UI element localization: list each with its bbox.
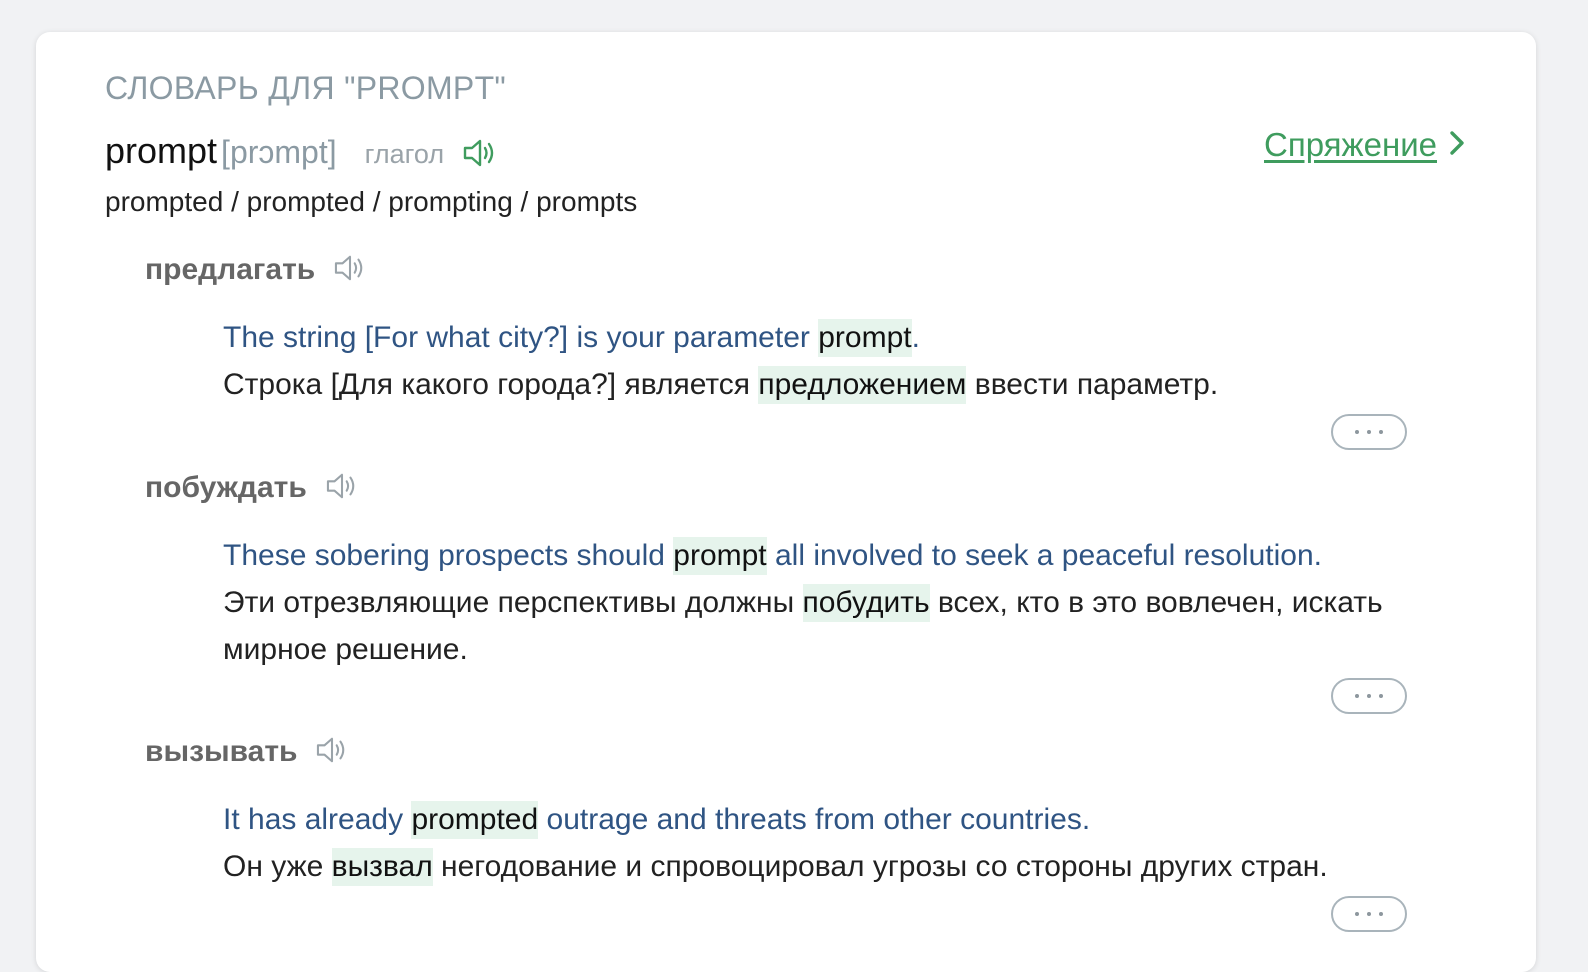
verb-forms: prompted / prompted / prompting / prompt… <box>105 186 638 217</box>
example-text: Строка [Для какого города?] является <box>223 368 759 401</box>
conjugation-link[interactable]: Спряжение <box>1264 126 1465 164</box>
example-russian: Он уже вызвал негодование и спровоцирова… <box>223 843 1403 890</box>
sense-block: предлагать The string [For what city?] i… <box>145 250 1445 408</box>
highlighted-word: prompt <box>818 319 912 357</box>
highlighted-word: вызвал <box>331 848 433 886</box>
headword: prompt <box>105 130 218 171</box>
example-english: It has already prompted outrage and thre… <box>223 796 1403 843</box>
example-russian: Эти отрезвляющие перспективы должны побу… <box>223 579 1403 673</box>
more-dots-icon <box>1355 912 1383 916</box>
highlighted-word: предложением <box>758 366 967 404</box>
more-examples-button[interactable] <box>1331 896 1407 932</box>
example-text: ввести параметр. <box>966 368 1219 401</box>
example-russian: Строка [Для какого города?] является пре… <box>223 361 1403 408</box>
sense-translation: побуждать <box>145 471 307 504</box>
example-text: . <box>911 321 920 354</box>
more-dots-icon <box>1355 430 1383 434</box>
example-text: The string [For what city?] is your para… <box>223 321 819 354</box>
example-english: These sobering prospects should prompt a… <box>223 532 1403 579</box>
example-english: The string [For what city?] is your para… <box>223 314 1403 361</box>
chevron-right-icon <box>1449 126 1465 164</box>
example-text: Эти отрезвляющие перспективы должны <box>223 586 803 619</box>
highlighted-word: побудить <box>802 584 930 622</box>
example-text: Он уже <box>223 850 332 883</box>
dictionary-card: СЛОВАРЬ ДЛЯ "PROMPT" prompt [prɔmpt] гла… <box>36 32 1536 972</box>
example-text: негодование и спровоцировал угрозы со ст… <box>432 850 1328 883</box>
sense-title: вызывать <box>145 732 1445 772</box>
transcription: [prɔmpt] <box>221 134 337 170</box>
more-examples-button[interactable] <box>1331 678 1407 714</box>
example: It has already prompted outrage and thre… <box>223 796 1403 890</box>
headword-row: prompt [prɔmpt] глагол <box>105 130 498 176</box>
speaker-icon[interactable] <box>325 471 359 506</box>
sense-translation: вызывать <box>145 735 298 768</box>
example: These sobering prospects should prompt a… <box>223 532 1403 673</box>
speaker-icon[interactable] <box>315 735 349 770</box>
example-text: all involved to seek a peaceful resoluti… <box>766 539 1322 572</box>
speaker-icon[interactable] <box>333 253 367 288</box>
speaker-icon[interactable] <box>462 137 498 174</box>
sense-block: вызывать It has already prompted outrage… <box>145 732 1445 890</box>
more-dots-icon <box>1355 694 1383 698</box>
sense-title: побуждать <box>145 468 1445 508</box>
part-of-speech: глагол <box>364 139 445 169</box>
conjugation-link-label: Спряжение <box>1264 126 1437 163</box>
sense-block: побуждать These sobering prospects shoul… <box>145 468 1445 673</box>
example-text: It has already <box>223 803 412 836</box>
example: The string [For what city?] is your para… <box>223 314 1403 408</box>
sense-translation: предлагать <box>145 253 316 286</box>
sense-title: предлагать <box>145 250 1445 290</box>
more-examples-button[interactable] <box>1331 414 1407 450</box>
highlighted-word: prompted <box>411 801 539 839</box>
example-text: These sobering prospects should <box>223 539 674 572</box>
example-text: outrage and threats from other countries… <box>538 803 1091 836</box>
highlighted-word: prompt <box>673 537 767 575</box>
dictionary-heading: СЛОВАРЬ ДЛЯ "PROMPT" <box>105 70 507 106</box>
